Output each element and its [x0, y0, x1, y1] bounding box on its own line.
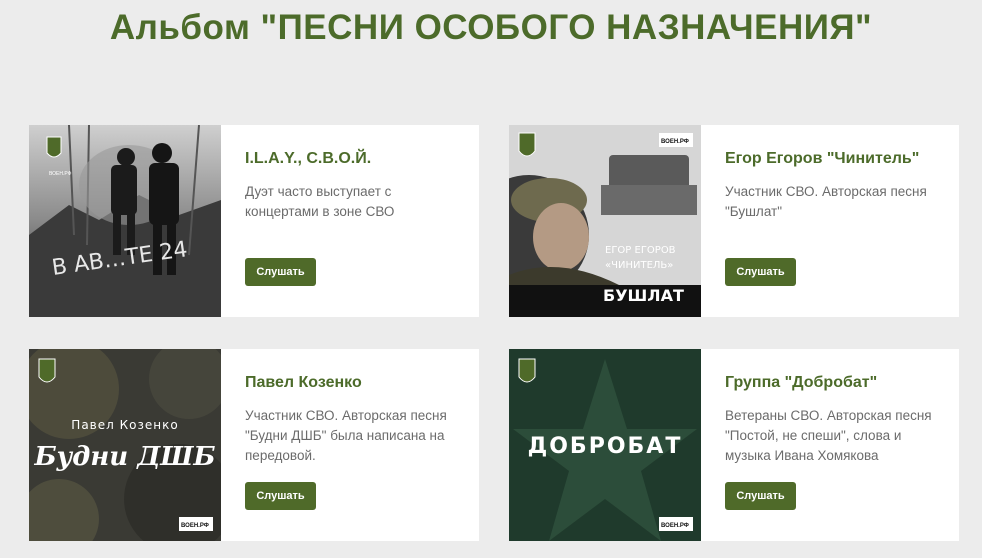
svg-text:ВОЕН.РФ: ВОЕН.РФ: [49, 171, 72, 177]
album-title[interactable]: Павел Козенко: [245, 374, 362, 392]
album-cover-dobrobat[interactable]: ДОБРОБАТ ВОЕН.РФ: [509, 349, 701, 541]
album-title[interactable]: Егор Егоров "Чинитель": [725, 150, 919, 168]
listen-button[interactable]: Слушать: [725, 482, 796, 510]
album-description: Ветераны СВО. Авторская песня "Постой, н…: [725, 408, 932, 463]
listen-button[interactable]: Слушать: [245, 258, 316, 286]
svg-text:ВОЕН.РФ: ВОЕН.РФ: [661, 139, 689, 145]
album-card-egorov: ВОЕН.РФ ЕГОР ЕГОРОВ «ЧИНИТЕЛЬ» БУШЛАТ Ег…: [509, 125, 959, 317]
listen-button[interactable]: Слушать: [725, 258, 796, 286]
album-cover-egorov[interactable]: ВОЕН.РФ ЕГОР ЕГОРОВ «ЧИНИТЕЛЬ» БУШЛАТ: [509, 125, 701, 317]
album-description: Участник СВО. Авторская песня "Будни ДШБ…: [245, 408, 447, 463]
page-title: Альбом "ПЕСНИ ОСОБОГО НАЗНАЧЕНИЯ": [109, 8, 873, 47]
svg-text:БУШЛАТ: БУШЛАТ: [603, 286, 684, 305]
album-card-dobrobat: ДОБРОБАТ ВОЕН.РФ Группа "Добробат" Ветер…: [509, 349, 959, 541]
album-title[interactable]: I.L.A.Y., С.В.О.Й.: [245, 150, 371, 168]
album-description: Дуэт часто выступает с концертами в зоне…: [245, 184, 395, 219]
album-card-kozenko: Павел Козенко Будни ДШБ ВОЕН.РФ Павел Ко…: [29, 349, 479, 541]
svg-text:ВОЕН.РФ: ВОЕН.РФ: [661, 523, 689, 529]
album-cover-ilay[interactable]: ВОЕН.РФ В АВ…ТЕ 24: [29, 125, 221, 317]
svg-text:ДОБРОБАТ: ДОБРОБАТ: [528, 434, 683, 459]
album-description: Участник СВО. Авторская песня "Бушлат": [725, 184, 927, 219]
svg-text:ЕГОР ЕГОРОВ: ЕГОР ЕГОРОВ: [605, 245, 676, 256]
album-title[interactable]: Группа "Добробат": [725, 374, 877, 392]
svg-text:«ЧИНИТЕЛЬ»: «ЧИНИТЕЛЬ»: [605, 260, 673, 271]
svg-text:ВОЕН.РФ: ВОЕН.РФ: [181, 523, 209, 529]
svg-text:Будни ДШБ: Будни ДШБ: [33, 442, 215, 472]
svg-text:Павел Козенко: Павел Козенко: [71, 418, 178, 432]
album-cover-kozenko[interactable]: Павел Козенко Будни ДШБ ВОЕН.РФ: [29, 349, 221, 541]
album-card-ilay: ВОЕН.РФ В АВ…ТЕ 24 I.L.A.Y., С.В.О.Й. Ду…: [29, 125, 479, 317]
listen-button[interactable]: Слушать: [245, 482, 316, 510]
